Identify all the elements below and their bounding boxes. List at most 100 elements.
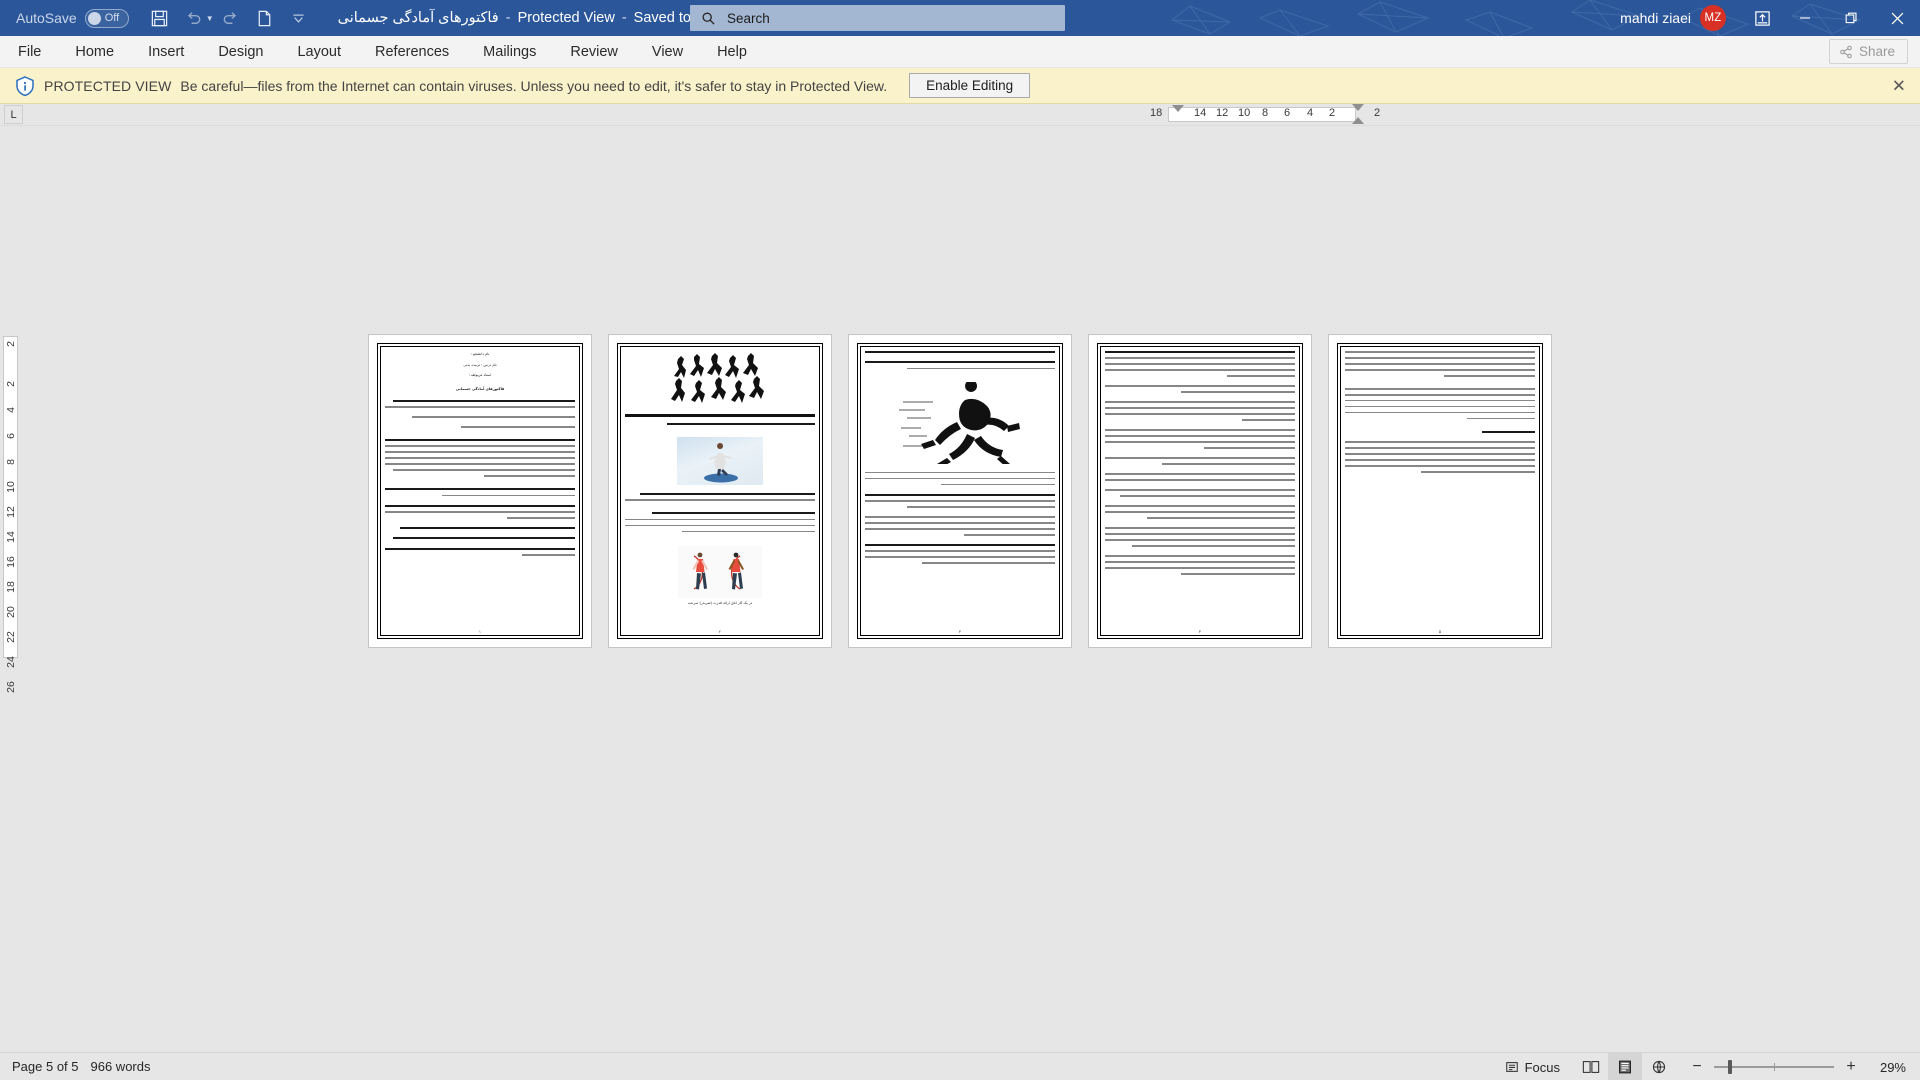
p1-line xyxy=(442,494,575,497)
focus-icon xyxy=(1505,1062,1518,1072)
close-button[interactable] xyxy=(1874,0,1920,36)
p4-line xyxy=(1105,539,1295,541)
focus-button[interactable]: Focus xyxy=(1505,1060,1560,1075)
p3-line xyxy=(963,534,1055,536)
share-button[interactable]: Share xyxy=(1828,39,1908,64)
document-page-2[interactable]: در یک کار اتاق ارائه قدرت (ضربدر) سرعت ۲ xyxy=(608,334,832,648)
horizontal-ruler[interactable]: 18 14 12 10 8 6 4 2 2 xyxy=(1148,104,1388,125)
p5-line xyxy=(1345,351,1535,353)
print-layout-button[interactable] xyxy=(1608,1053,1642,1080)
p5-line xyxy=(1345,362,1535,365)
p3-line xyxy=(865,544,1055,547)
p5-line xyxy=(1345,447,1535,449)
tab-stop-selector[interactable]: L xyxy=(4,105,23,124)
sprinter-figure xyxy=(899,381,1020,464)
autosave-toggle-knob xyxy=(87,11,101,25)
search-input[interactable]: Search xyxy=(727,11,770,26)
web-layout-icon xyxy=(1652,1060,1666,1074)
undo-dropdown-caret-icon[interactable]: ▼ xyxy=(206,14,214,23)
p3-line xyxy=(941,483,1055,486)
ribbon-display-options-icon[interactable] xyxy=(1742,0,1782,36)
tab-mailings[interactable]: Mailings xyxy=(466,36,553,67)
document-page-5[interactable]: ۵ xyxy=(1328,334,1552,648)
restore-button[interactable] xyxy=(1828,0,1874,36)
tab-home[interactable]: Home xyxy=(58,36,131,67)
page-strip: نام دانشجو : نام درس : تربیت بدنی استاد … xyxy=(0,334,1920,648)
tab-design[interactable]: Design xyxy=(201,36,280,67)
zoom-in-button[interactable]: + xyxy=(1844,1058,1858,1076)
share-icon xyxy=(1840,45,1852,58)
web-layout-button[interactable] xyxy=(1642,1053,1676,1080)
page-1-content: نام دانشجو : نام درس : تربیت بدنی استاد … xyxy=(385,351,575,625)
read-mode-icon xyxy=(1582,1061,1600,1073)
p5-line xyxy=(1345,411,1535,414)
document-page-1[interactable]: نام دانشجو : نام درس : تربیت بدنی استاد … xyxy=(368,334,592,648)
zoom-control[interactable]: − + xyxy=(1690,1058,1858,1076)
customize-quick-access-icon[interactable] xyxy=(282,1,316,35)
account-name[interactable]: mahdi ziaei xyxy=(1620,10,1691,26)
ribbon-tab-bar: File Home Insert Design Layout Reference… xyxy=(0,36,1920,68)
close-icon[interactable]: ✕ xyxy=(1892,77,1906,94)
tab-layout[interactable]: Layout xyxy=(280,36,358,67)
ruler-tick-2b: 2 xyxy=(1374,107,1381,119)
word-count[interactable]: 966 words xyxy=(91,1059,151,1074)
p4-line xyxy=(1105,505,1295,507)
zoom-slider-thumb[interactable] xyxy=(1728,1060,1732,1074)
tab-file[interactable]: File xyxy=(0,36,58,67)
p4-line xyxy=(1105,554,1295,557)
p5-line xyxy=(1345,465,1535,467)
read-mode-button[interactable] xyxy=(1574,1053,1608,1080)
p4-line xyxy=(1105,479,1295,481)
title-bar: AutoSave Off ▼ فاکتورهای آمادگی جسمانی -… xyxy=(0,0,1920,36)
right-indent-marker-bottom[interactable] xyxy=(1352,117,1364,124)
tab-view[interactable]: View xyxy=(635,36,700,67)
p4-line xyxy=(1105,533,1295,535)
p3-line xyxy=(865,528,1055,530)
p1-heading: فاکتورهای آمادگی جسمانی xyxy=(455,386,505,391)
new-doc-icon[interactable] xyxy=(248,1,282,35)
save-icon[interactable] xyxy=(143,1,177,35)
quick-access-toolbar: ▼ xyxy=(143,1,316,35)
p4-line xyxy=(1105,560,1295,563)
ruler-tick-2: 2 xyxy=(1329,107,1336,119)
tab-insert[interactable]: Insert xyxy=(131,36,201,67)
redo-icon[interactable] xyxy=(214,1,248,35)
p4-line xyxy=(1105,369,1295,371)
page-indicator[interactable]: Page 5 of 5 xyxy=(12,1059,79,1074)
autosave-toggle[interactable]: Off xyxy=(84,8,129,28)
ruler-tick-12: 12 xyxy=(1216,107,1229,119)
p2-line xyxy=(651,512,815,515)
page-3-border: ۳ xyxy=(857,343,1063,639)
autosave-control[interactable]: AutoSave Off xyxy=(16,8,129,28)
p4-line xyxy=(1241,419,1295,421)
autosave-label: AutoSave xyxy=(16,10,77,26)
enable-editing-button[interactable]: Enable Editing xyxy=(909,73,1031,98)
page-4-number: ۴ xyxy=(1198,629,1202,634)
p1-line xyxy=(385,547,575,550)
document-page-3[interactable]: ۳ xyxy=(848,334,1072,648)
p1-line xyxy=(400,526,575,529)
tab-review[interactable]: Review xyxy=(553,36,635,67)
page-2-border: در یک کار اتاق ارائه قدرت (ضربدر) سرعت ۲ xyxy=(617,343,823,639)
right-indent-marker-top[interactable] xyxy=(1352,104,1364,111)
zoom-level[interactable]: 29% xyxy=(1872,1060,1906,1075)
p4-line xyxy=(1105,413,1295,415)
tab-references[interactable]: References xyxy=(358,36,466,67)
left-indent-marker[interactable] xyxy=(1172,105,1184,112)
p4-line xyxy=(1203,447,1295,449)
info-shield-icon xyxy=(16,75,34,96)
tab-help[interactable]: Help xyxy=(700,36,764,67)
p1-line xyxy=(385,488,575,491)
p5-line xyxy=(1345,387,1535,390)
zoom-out-button[interactable]: − xyxy=(1690,1058,1704,1076)
p4-line xyxy=(1105,566,1295,569)
document-canvas[interactable]: 2 2 4 6 8 10 12 14 16 18 20 22 24 26 نام… xyxy=(0,126,1920,1052)
search-box[interactable]: Search xyxy=(690,5,1065,31)
document-page-4[interactable]: ۴ xyxy=(1088,334,1312,648)
avatar[interactable]: MZ xyxy=(1700,5,1726,31)
page-1-border: نام دانشجو : نام درس : تربیت بدنی استاد … xyxy=(377,343,583,639)
minimize-button[interactable] xyxy=(1782,0,1828,36)
vruler-tick-24: 24 xyxy=(5,656,17,668)
zoom-slider[interactable] xyxy=(1714,1060,1834,1074)
protected-view-bar: PROTECTED VIEW Be careful—files from the… xyxy=(0,68,1920,104)
